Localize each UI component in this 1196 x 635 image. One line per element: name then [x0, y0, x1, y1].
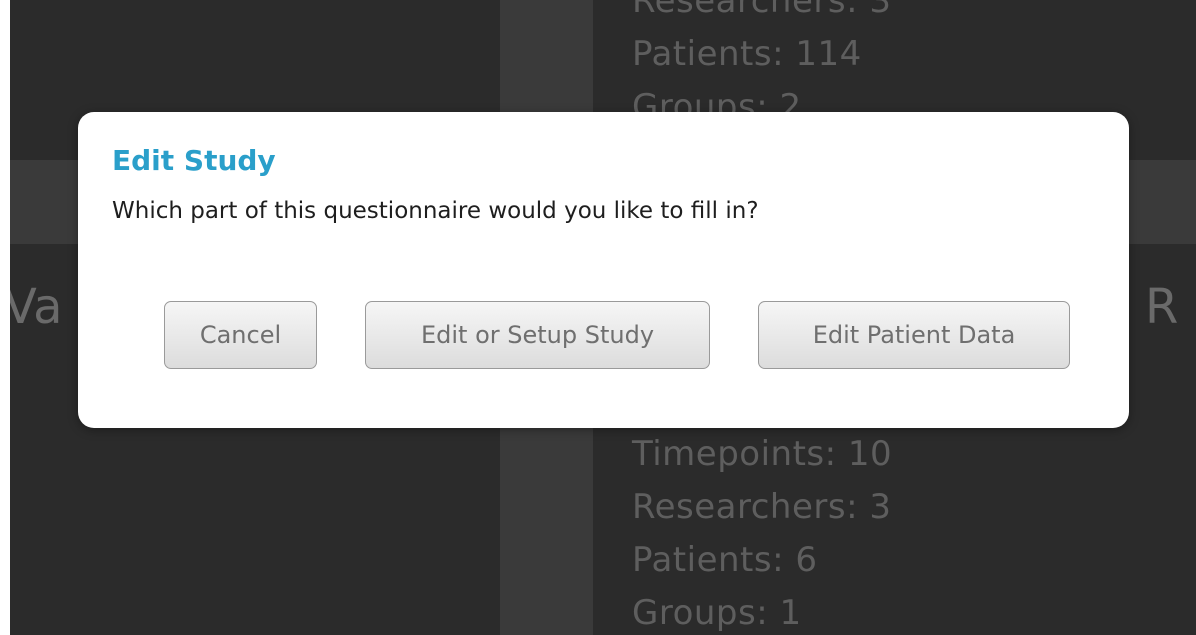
cancel-button[interactable]: Cancel: [164, 301, 317, 369]
background-study-stat: Groups: 1: [632, 593, 802, 633]
background-study-stat: Researchers: 3: [632, 0, 892, 21]
edit-patient-data-button[interactable]: Edit Patient Data: [758, 301, 1070, 369]
edit-study-dialog: Edit Study Which part of this questionna…: [78, 112, 1129, 428]
background-study-stat: Timepoints: 10: [632, 434, 893, 474]
background-card-title-fragment: R: [1145, 279, 1179, 335]
dialog-title: Edit Study: [112, 144, 276, 177]
background-card-title-fragment: Va: [10, 279, 63, 335]
background-study-stat: Patients: 114: [632, 34, 862, 74]
background-study-stat: Researchers: 3: [632, 487, 892, 527]
background-study-stat: Patients: 6: [632, 540, 818, 580]
edit-or-setup-study-button[interactable]: Edit or Setup Study: [365, 301, 710, 369]
dialog-question: Which part of this questionnaire would y…: [112, 198, 759, 224]
